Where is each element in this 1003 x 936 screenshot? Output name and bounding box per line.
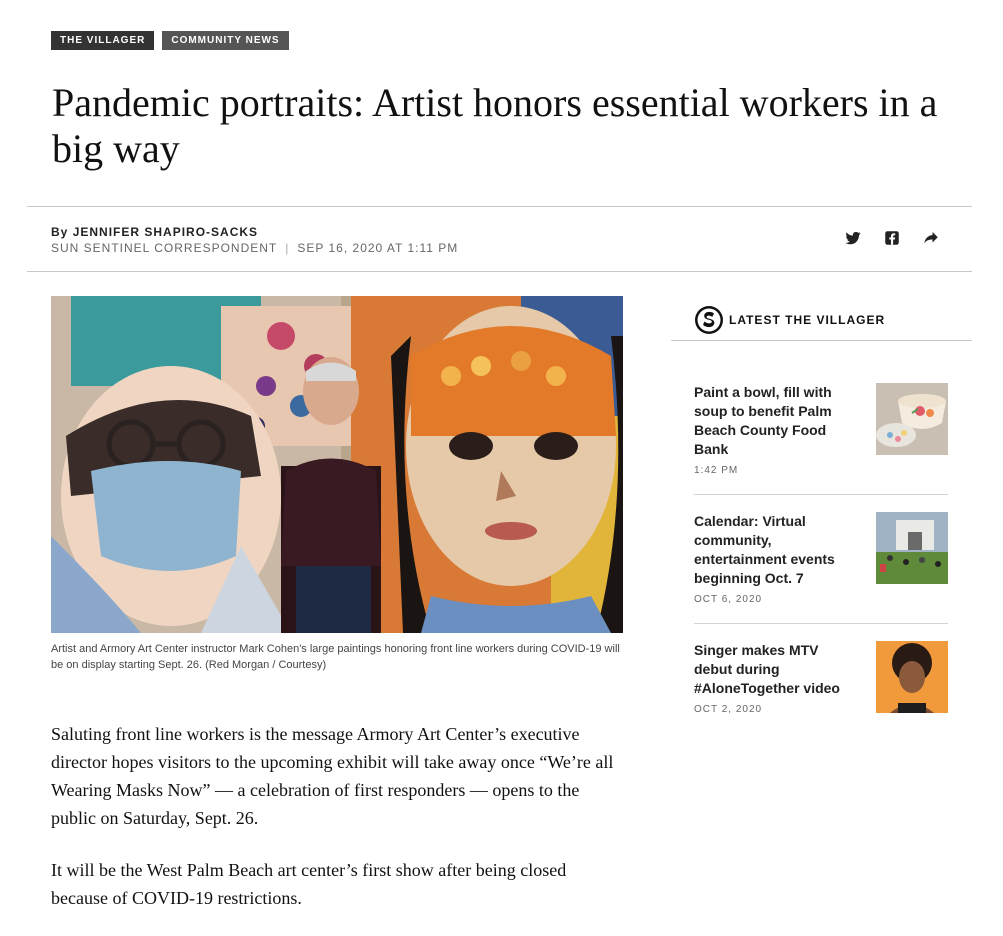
sidebar-item-divider	[694, 623, 948, 624]
byline-divider	[27, 271, 972, 272]
hero-image[interactable]	[51, 296, 623, 633]
sidebar-story-thumbnail[interactable]	[876, 383, 948, 455]
section-tags: THE VILLAGER COMMUNITY NEWS	[51, 31, 289, 50]
sidebar-story-time: OCT 6, 2020	[694, 594, 763, 605]
body-paragraph: Saluting front line workers is the messa…	[51, 724, 614, 828]
sidebar-story-headline[interactable]: Paint a bowl, fill with soup to benefit …	[694, 383, 854, 459]
sidebar-story-thumbnail[interactable]	[876, 512, 948, 584]
tag-the-villager[interactable]: THE VILLAGER	[51, 31, 155, 50]
author-role: SUN SENTINEL CORRESPONDENT	[51, 241, 278, 255]
sidebar-title: LATEST THE VILLAGER	[729, 313, 886, 327]
sidebar-header: LATEST THE VILLAGER	[694, 305, 885, 335]
sidebar-story-headline[interactable]: Calendar: Virtual community, entertainme…	[694, 512, 854, 588]
byline-prefix: By	[51, 225, 69, 239]
body-paragraph: It will be the West Palm Beach art cente…	[51, 860, 567, 908]
sidebar-story[interactable]: Singer makes MTV debut during #AloneToge…	[694, 641, 948, 715]
sidebar-story-thumbnail[interactable]	[876, 641, 948, 713]
share-arrow-icon[interactable]	[922, 229, 940, 247]
author-name[interactable]: JENNIFER SHAPIRO-SACKS	[73, 225, 258, 239]
twitter-icon[interactable]	[844, 229, 862, 247]
sidebar-story[interactable]: Calendar: Virtual community, entertainme…	[694, 512, 948, 605]
sidebar-item-divider	[694, 494, 948, 495]
sidebar-story-headline[interactable]: Singer makes MTV debut during #AloneToge…	[694, 641, 854, 698]
byline: By JENNIFER SHAPIRO-SACKS SUN SENTINEL C…	[51, 224, 458, 256]
share-bar	[844, 229, 940, 247]
sidebar-story[interactable]: Paint a bowl, fill with soup to benefit …	[694, 383, 948, 476]
tag-community-news[interactable]: COMMUNITY NEWS	[162, 31, 289, 50]
sun-sentinel-logo-icon	[695, 306, 723, 334]
facebook-icon[interactable]	[883, 229, 901, 247]
painting-photo	[51, 296, 623, 633]
publish-date: SEP 16, 2020 AT 1:11 PM	[297, 241, 459, 255]
hero-caption: Artist and Armory Art Center instructor …	[51, 643, 620, 671]
header-divider	[27, 206, 972, 207]
sidebar-divider	[671, 340, 972, 341]
sidebar-story-time: 1:42 PM	[694, 465, 739, 476]
article-headline: Pandemic portraits: Artist honors essent…	[52, 80, 938, 171]
article-body: Saluting front line workers is the messa…	[51, 720, 626, 936]
byline-separator: |	[285, 241, 290, 255]
